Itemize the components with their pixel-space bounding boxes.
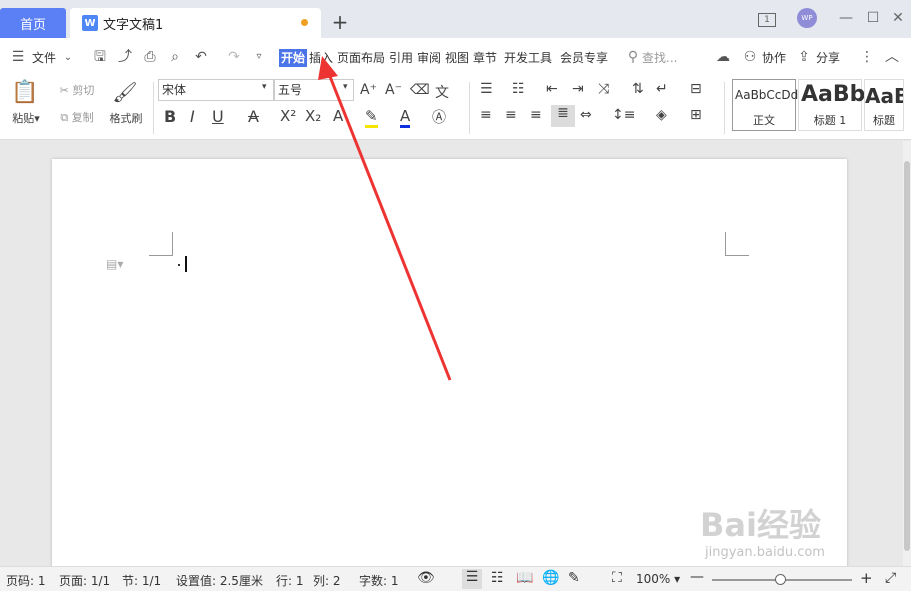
annotation-arrow — [318, 56, 452, 381]
zoom-out-icon[interactable]: — — [690, 569, 704, 585]
zoom-level[interactable]: 100% ▾ — [636, 572, 680, 586]
web-view-icon[interactable]: 🌐 — [542, 570, 559, 586]
status-row[interactable]: 行: 1 — [276, 572, 304, 589]
arrow-head — [318, 56, 338, 80]
page-view-icon[interactable]: ☰ — [462, 569, 482, 589]
status-bar: 页码: 1 页面: 1/1 节: 1/1 设置值: 2.5厘米 行: 1 列: … — [0, 566, 911, 591]
status-page[interactable]: 页码: 1 — [6, 572, 46, 589]
arrow-shaft — [327, 73, 452, 381]
zoom-slider-handle[interactable] — [775, 574, 786, 585]
fullscreen-icon[interactable]: ⤢ — [885, 570, 896, 586]
status-col[interactable]: 列: 2 — [313, 572, 341, 589]
status-words[interactable]: 字数: 1 — [359, 572, 399, 589]
fit-page-icon[interactable]: ⛶ — [612, 570, 622, 586]
status-section[interactable]: 节: 1/1 — [122, 572, 161, 589]
zoom-in-icon[interactable]: + — [860, 569, 873, 587]
outline-view-icon[interactable]: ☷ — [491, 570, 504, 586]
write-view-icon[interactable]: ✎ — [568, 570, 580, 586]
read-view-icon[interactable]: 📖 — [516, 570, 533, 586]
status-pages[interactable]: 页面: 1/1 — [59, 572, 110, 589]
status-setting[interactable]: 设置值: 2.5厘米 — [176, 572, 263, 589]
eye-protection-icon[interactable]: 👁 — [417, 570, 435, 586]
